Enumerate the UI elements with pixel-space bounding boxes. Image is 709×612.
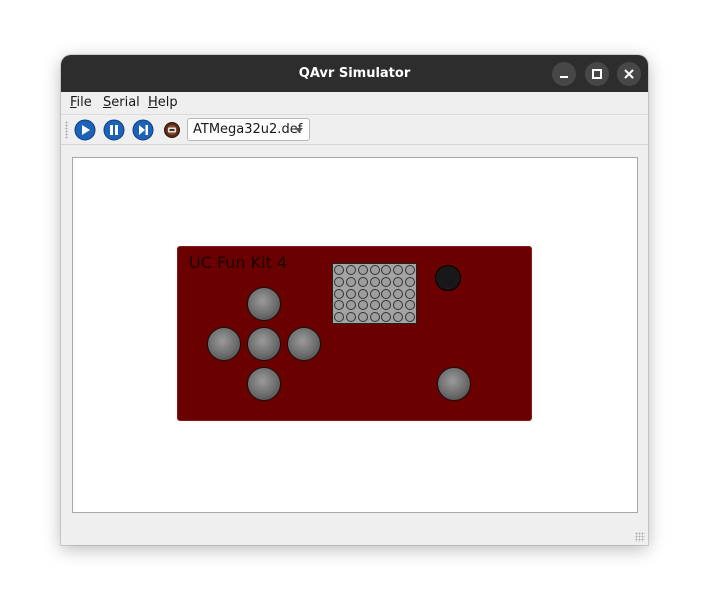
led-matrix-cell xyxy=(333,312,344,323)
menu-help-label: elp xyxy=(157,95,178,110)
led-matrix-cell xyxy=(333,288,344,299)
menu-file-label: ile xyxy=(76,95,92,110)
led-matrix-cell xyxy=(381,300,392,311)
led-matrix-cell xyxy=(393,264,404,275)
dpad-left-button[interactable] xyxy=(207,327,241,361)
app-window: QAvr Simulator File Serial Help ATMega32… xyxy=(61,55,648,545)
menu-help[interactable]: Help xyxy=(148,92,178,114)
led-matrix-cell xyxy=(345,276,356,287)
board: UC Fun Kit 4 xyxy=(177,246,532,421)
indicator-led xyxy=(435,265,461,291)
led-matrix-cell xyxy=(333,264,344,275)
led-matrix-cell xyxy=(345,264,356,275)
led-matrix-cell xyxy=(393,288,404,299)
dpad-right-button[interactable] xyxy=(287,327,321,361)
led-matrix-cell xyxy=(357,276,368,287)
led-matrix-cell xyxy=(405,276,416,287)
maximize-button[interactable] xyxy=(585,62,609,86)
pause-icon xyxy=(103,119,125,141)
chip-button[interactable] xyxy=(162,120,184,142)
led-matrix-cell xyxy=(345,312,356,323)
led-matrix-cell xyxy=(357,264,368,275)
push-button[interactable] xyxy=(437,367,471,401)
minimize-button[interactable] xyxy=(552,62,576,86)
led-matrix-cell xyxy=(357,288,368,299)
dpad-up-button[interactable] xyxy=(247,287,281,321)
led-matrix-cell xyxy=(369,312,380,323)
menu-bar: File Serial Help xyxy=(61,92,648,115)
maximize-icon xyxy=(592,69,602,79)
board-label: UC Fun Kit 4 xyxy=(189,253,288,272)
led-matrix-cell xyxy=(405,288,416,299)
led-matrix-cell xyxy=(333,300,344,311)
simulator-canvas[interactable]: UC Fun Kit 4 xyxy=(72,157,638,513)
led-matrix-cell xyxy=(393,300,404,311)
step-button[interactable] xyxy=(132,119,154,141)
led-matrix-cell xyxy=(357,312,368,323)
menu-help-mnemonic: H xyxy=(148,95,158,110)
led-matrix-cell xyxy=(405,264,416,275)
close-button[interactable] xyxy=(617,62,641,86)
led-matrix-cell xyxy=(357,300,368,311)
chevron-down-icon xyxy=(295,128,303,133)
led-matrix-cell xyxy=(345,288,356,299)
led-matrix-cell xyxy=(381,276,392,287)
led-matrix-cell xyxy=(405,300,416,311)
step-icon xyxy=(132,119,154,141)
led-matrix-cell xyxy=(345,300,356,311)
led-matrix-cell xyxy=(333,276,344,287)
play-icon xyxy=(74,119,96,141)
led-matrix-cell xyxy=(381,288,392,299)
led-matrix xyxy=(332,263,417,324)
avr-chip-icon xyxy=(164,122,180,138)
resize-grip[interactable] xyxy=(635,532,645,542)
device-select-value: ATMega32u2.def xyxy=(193,122,303,137)
run-button[interactable] xyxy=(74,119,96,141)
status-bar xyxy=(61,521,648,545)
minimize-icon xyxy=(560,76,568,78)
led-matrix-cell xyxy=(393,312,404,323)
dpad-down-button[interactable] xyxy=(247,367,281,401)
pause-button[interactable] xyxy=(103,119,125,141)
menu-file[interactable]: File xyxy=(70,92,92,114)
led-matrix-cell xyxy=(369,300,380,311)
led-matrix-cell xyxy=(369,276,380,287)
led-matrix-cell xyxy=(369,288,380,299)
title-bar[interactable]: QAvr Simulator xyxy=(61,55,648,92)
menu-serial[interactable]: Serial xyxy=(103,92,140,114)
device-select[interactable]: ATMega32u2.def xyxy=(187,118,310,141)
led-matrix-cell xyxy=(369,264,380,275)
menu-serial-label: erial xyxy=(111,95,140,110)
toolbar-grip[interactable] xyxy=(65,121,68,139)
led-matrix-cell xyxy=(393,276,404,287)
led-matrix-cell xyxy=(381,312,392,323)
led-matrix-cell xyxy=(405,312,416,323)
close-icon xyxy=(624,69,634,79)
dpad-center-button[interactable] xyxy=(247,327,281,361)
toolbar: ATMega32u2.def xyxy=(61,115,648,145)
led-matrix-cell xyxy=(381,264,392,275)
